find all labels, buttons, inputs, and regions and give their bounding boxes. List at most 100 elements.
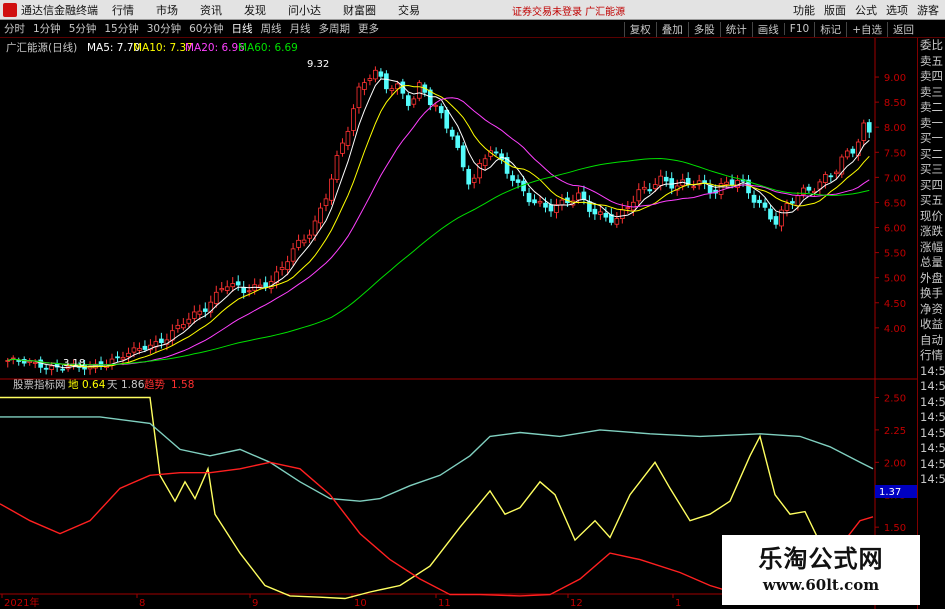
candle-body xyxy=(466,168,472,185)
candle-body xyxy=(691,186,696,189)
candle-body xyxy=(773,216,779,225)
side-item-14: 总量 xyxy=(920,255,943,269)
menu-discover[interactable]: 发现 xyxy=(244,2,266,18)
period-15min[interactable]: 15分钟 xyxy=(104,21,138,36)
menu-options[interactable]: 选项 xyxy=(886,2,908,18)
candle-body xyxy=(438,106,444,114)
candle-body xyxy=(340,142,345,154)
candle-body xyxy=(784,203,790,211)
login-notice[interactable]: 证券交易未登录 广汇能源 xyxy=(512,3,625,18)
tool-draw[interactable]: 画线 xyxy=(751,21,784,37)
period-5min[interactable]: 5分钟 xyxy=(69,21,97,36)
tool-add-watchlist[interactable]: +自选 xyxy=(846,21,887,37)
period-intraday[interactable]: 分时 xyxy=(4,21,25,36)
side-item-11: 现价 xyxy=(920,208,943,223)
menu-news[interactable]: 资讯 xyxy=(200,2,222,18)
candle-body xyxy=(411,98,417,105)
period-30min[interactable]: 30分钟 xyxy=(147,21,181,36)
candle-body xyxy=(16,360,22,362)
candle-body xyxy=(60,368,65,371)
candle-body xyxy=(729,179,735,186)
candle-body xyxy=(230,283,236,288)
title-bar: 通达信金融终端 行情 市场 资讯 发现 问小达 财富圈 交易 证券交易未登录 广… xyxy=(0,0,945,20)
time-tick-label: 1 xyxy=(675,598,681,609)
chart-area[interactable]: 9.00 8.50 8.00 7.50 7.00 6.50 6.00 5.50 5.00 4.50… xyxy=(0,38,917,609)
indicator-trend-value: 1.58 xyxy=(171,379,194,391)
side-item-28: 14:56 xyxy=(920,472,945,486)
candle-body xyxy=(592,208,598,215)
menu-ask[interactable]: 问小达 xyxy=(288,2,321,18)
candle-body xyxy=(137,347,142,351)
candle-body xyxy=(405,95,411,106)
candle-body xyxy=(290,248,296,262)
watermark-url: www.60lt.com xyxy=(762,576,880,594)
candle-body xyxy=(581,191,587,200)
price-tick-label: 5.50 xyxy=(884,249,906,260)
period-weekly[interactable]: 周线 xyxy=(261,21,282,36)
candle-body xyxy=(285,261,290,271)
menu-wealth[interactable]: 财富圈 xyxy=(343,2,376,18)
side-item-22: 14:56 xyxy=(920,379,945,393)
menu-layout[interactable]: 版面 xyxy=(824,2,846,18)
tool-mark[interactable]: 标记 xyxy=(814,21,846,37)
side-item-12: 涨跌 xyxy=(920,224,943,238)
candle-body xyxy=(866,122,872,133)
menu-market[interactable]: 市场 xyxy=(156,2,178,18)
ma20-label: MA20: 6.96 xyxy=(185,42,245,54)
indicator-tian-label: 天 xyxy=(107,379,118,391)
indicator-tick-label: 2.25 xyxy=(884,426,906,437)
candle-body xyxy=(510,175,515,181)
candle-body xyxy=(768,208,773,220)
menu-function[interactable]: 功能 xyxy=(793,2,815,18)
indicator-tick-label: 1.50 xyxy=(884,523,906,534)
price-tick-label: 8.00 xyxy=(884,123,906,134)
tool-multi-stock[interactable]: 多股 xyxy=(687,21,720,37)
side-item-20[interactable]: 行情 xyxy=(918,348,945,364)
candle-body xyxy=(219,288,225,291)
candle-body xyxy=(559,199,565,206)
tool-f10[interactable]: F10 xyxy=(783,23,814,35)
quote-side-panel: 委比 卖五 卖四 卖三 卖二 卖一 买一 买二 买三 买四 买五 现价 涨跌 涨幅 总量 外盘 换手 净资 收益 自动… xyxy=(917,38,945,609)
side-item-8: 买三 xyxy=(920,162,943,176)
period-multi[interactable]: 多周期 xyxy=(319,21,351,36)
tool-stats[interactable]: 统计 xyxy=(719,21,752,37)
candle-body xyxy=(312,220,318,236)
tool-adjust[interactable]: 复权 xyxy=(623,21,656,37)
candle-body xyxy=(482,158,488,166)
period-monthly[interactable]: 月线 xyxy=(290,21,311,36)
side-item-19[interactable]: 自动 xyxy=(918,333,945,349)
side-item-18: 收益 xyxy=(920,317,943,331)
candle-body xyxy=(356,86,362,109)
price-tick-label: 9.00 xyxy=(884,73,906,84)
candle-body xyxy=(614,218,620,225)
candle-body xyxy=(301,239,307,244)
menu-trade[interactable]: 交易 xyxy=(398,2,420,18)
candle-body xyxy=(323,198,329,206)
time-tick-label: 12 xyxy=(570,598,583,609)
candle-body xyxy=(345,131,351,146)
tool-overlay[interactable]: 叠加 xyxy=(655,21,688,37)
period-60min[interactable]: 60分钟 xyxy=(189,21,223,36)
candle-body xyxy=(159,338,164,343)
candle-body xyxy=(515,179,521,183)
indicator-cyan-line xyxy=(0,416,874,502)
menu-quotes[interactable]: 行情 xyxy=(112,2,134,18)
candle-body xyxy=(329,178,334,201)
candle-body xyxy=(823,174,828,183)
candle-body xyxy=(115,356,120,359)
candle-body xyxy=(384,73,389,90)
candle-body xyxy=(197,310,203,315)
candle-body xyxy=(181,324,186,329)
candle-body xyxy=(625,207,631,209)
tool-back[interactable]: 返回 xyxy=(887,21,919,37)
candle-body xyxy=(663,176,669,182)
period-daily[interactable]: 日线 xyxy=(232,21,253,36)
candle-body xyxy=(378,71,384,77)
candle-body xyxy=(844,150,850,158)
candle-body xyxy=(32,361,38,364)
period-1min[interactable]: 1分钟 xyxy=(33,21,61,36)
time-tick-label: 9 xyxy=(252,598,258,609)
period-more[interactable]: 更多 xyxy=(358,21,379,36)
menu-formula[interactable]: 公式 xyxy=(855,2,877,18)
menu-guest[interactable]: 游客 xyxy=(917,2,939,18)
